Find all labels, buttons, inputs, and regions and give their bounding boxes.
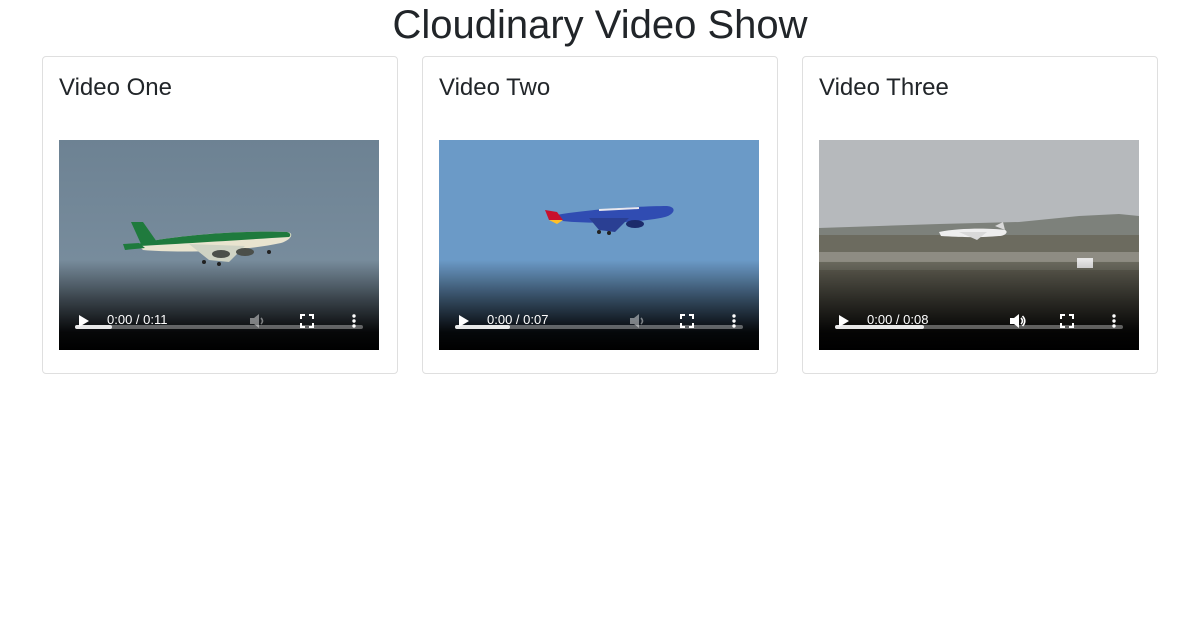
progress-fill bbox=[835, 325, 925, 329]
video-controls: 0:00 / 0:07 bbox=[439, 260, 759, 350]
video-player[interactable]: 0:00 / 0:11 bbox=[59, 140, 379, 350]
video-player[interactable]: 0:00 / 0:08 bbox=[819, 140, 1139, 350]
progress-track[interactable] bbox=[455, 325, 743, 329]
progress-fill bbox=[75, 325, 113, 329]
video-card-two: Video Two 0:00 / 0:07 bbox=[422, 56, 778, 374]
video-title: Video Two bbox=[439, 74, 551, 101]
video-player[interactable]: 0:00 / 0:07 bbox=[439, 140, 759, 350]
progress-track[interactable] bbox=[835, 325, 1123, 329]
video-controls: 0:00 / 0:08 bbox=[819, 260, 1139, 350]
video-card-one: Video One 0:00 / 0:11 bbox=[42, 56, 398, 374]
video-card-three: Video Three 0:00 / 0:08 bbox=[802, 56, 1158, 374]
progress-track[interactable] bbox=[75, 325, 363, 329]
video-title: Video Three bbox=[819, 74, 949, 101]
video-title: Video One bbox=[59, 74, 172, 101]
progress-fill bbox=[455, 325, 510, 329]
page-title: Cloudinary Video Show bbox=[392, 3, 808, 47]
video-controls: 0:00 / 0:11 bbox=[59, 260, 379, 350]
